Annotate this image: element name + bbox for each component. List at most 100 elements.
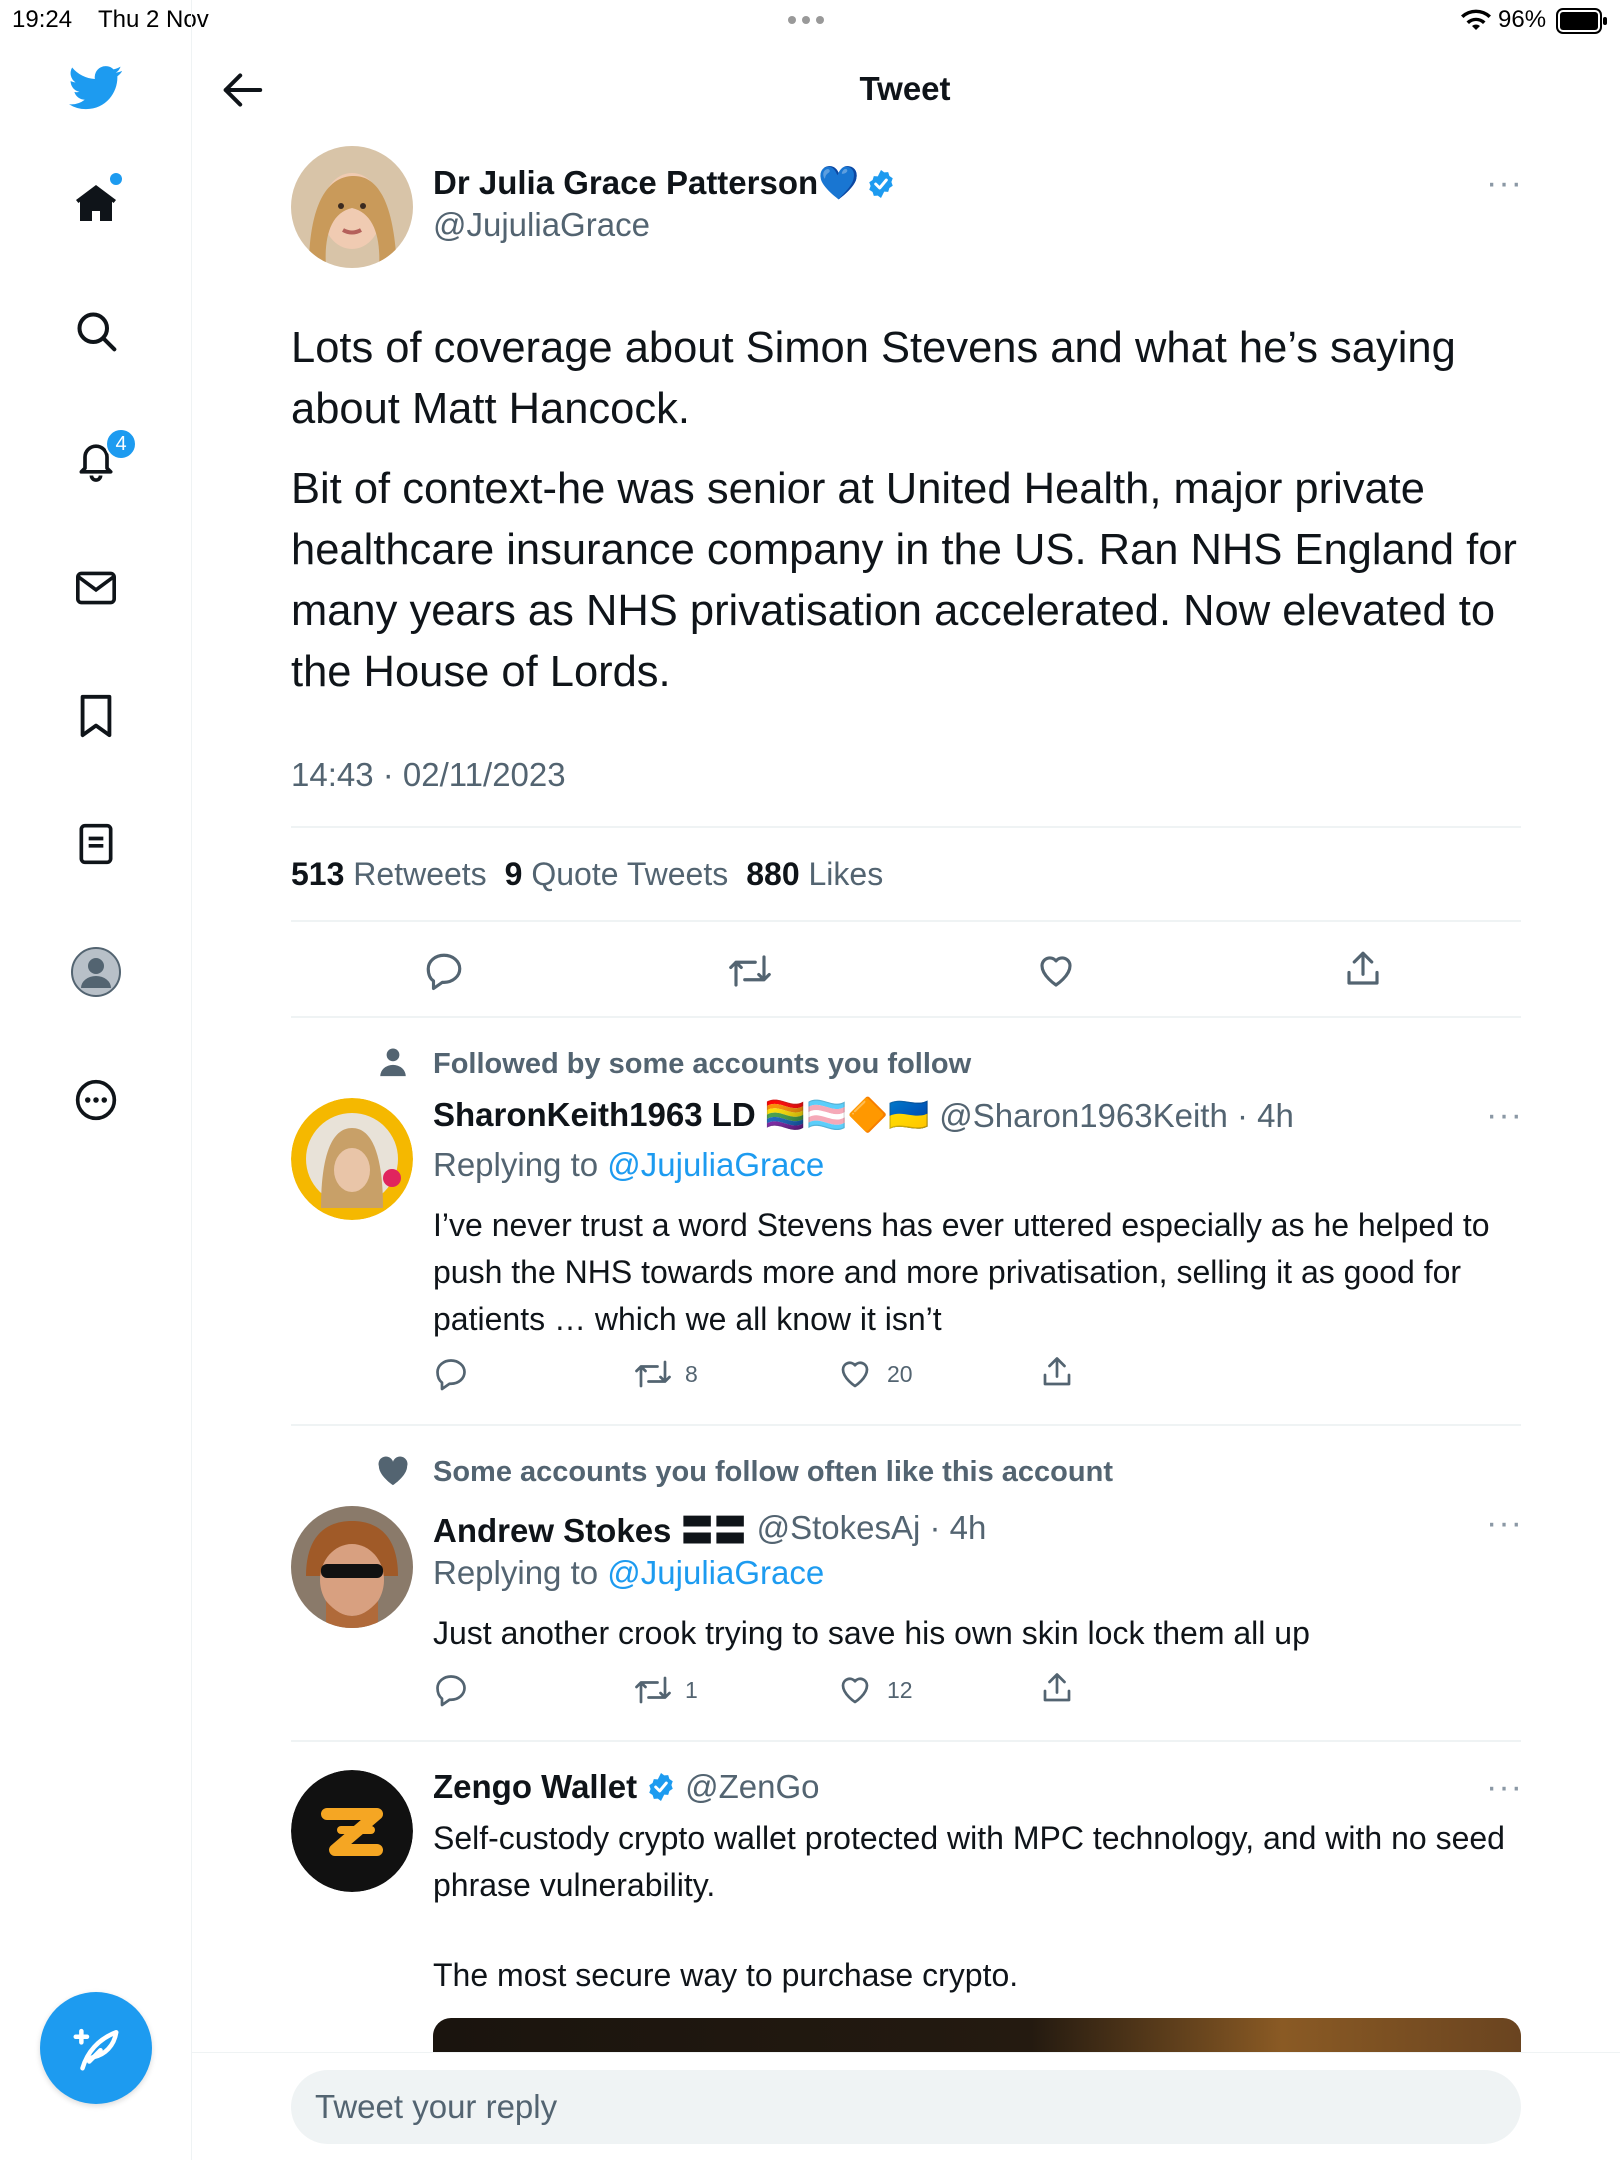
nav-search[interactable] (68, 303, 124, 359)
likes-label: Likes (808, 856, 884, 892)
reply-reply-button[interactable] (433, 1356, 469, 1392)
retweet-icon (633, 1672, 673, 1708)
retweet-icon (633, 1356, 673, 1392)
reply-like-button[interactable]: 12 (837, 1672, 913, 1708)
twitter-logo-icon[interactable] (68, 60, 124, 116)
multitask-dots-icon[interactable] (788, 16, 824, 24)
reply-more-icon[interactable]: ··· (1486, 1096, 1523, 1135)
heart-icon (837, 1672, 873, 1708)
compose-tweet-button[interactable] (40, 1992, 152, 2104)
retweets-label: Retweets (353, 856, 487, 892)
replying-to-label: Replying to (433, 1146, 599, 1183)
retweets-stat[interactable]: 513 Retweets (291, 856, 487, 893)
retweet-count: 1 (685, 1676, 698, 1703)
share-icon (1039, 1670, 1075, 1706)
list-icon (76, 822, 116, 866)
reply-more-icon[interactable]: ··· (1486, 1504, 1523, 1543)
promoted-handle[interactable]: @ZenGo (685, 1768, 819, 1806)
promoted-more-icon[interactable]: ··· (1486, 1768, 1523, 1807)
person-icon (376, 1045, 410, 1079)
notifications-badge: 4 (105, 428, 137, 460)
battery-percent: 96% (1498, 6, 1547, 33)
retweet-count: 8 (685, 1360, 698, 1387)
verified-badge-icon (645, 1771, 677, 1803)
reply-retweet-button[interactable]: 8 (633, 1356, 698, 1392)
promoted-text: Self-custody crypto wallet protected wit… (433, 1820, 1505, 1903)
nav-home[interactable] (68, 173, 124, 231)
page-title: Tweet (859, 70, 951, 107)
share-icon (1039, 1354, 1075, 1390)
more-circle-icon (74, 1078, 118, 1122)
likes-count: 880 (746, 856, 800, 892)
author-avatar[interactable] (291, 146, 413, 268)
heart-filled-icon (376, 1455, 410, 1487)
reply-author-name[interactable]: SharonKeith1963 LD 🏳️‍🌈🏳️‍⚧️🔶🇺🇦 (433, 1096, 929, 1135)
divider (291, 920, 1521, 922)
like-button[interactable] (1035, 950, 1077, 992)
replying-to-link[interactable]: @JujuliaGrace (607, 1554, 824, 1591)
reply-retweet-button[interactable]: 1 (633, 1672, 698, 1708)
tweet-paragraph-1: Lots of coverage about Simon Stevens and… (291, 324, 1456, 433)
feather-plus-icon (69, 2021, 123, 2075)
home-unread-dot (110, 173, 122, 185)
profile-avatar-icon (70, 946, 122, 998)
divider (291, 1016, 1521, 1018)
mail-icon (74, 568, 118, 608)
reply-author-handle[interactable]: @StokesAj · 4h (757, 1509, 987, 1547)
tweet-stats: 513 Retweets 9 Quote Tweets 880 Likes (291, 856, 883, 893)
wifi-icon (1460, 8, 1492, 32)
back-arrow-icon (220, 70, 264, 110)
reply-text: I’ve never trust a word Stevens has ever… (433, 1207, 1490, 1337)
nav-bookmarks[interactable] (68, 688, 124, 744)
divider (291, 1424, 1521, 1426)
retweet-button[interactable] (727, 950, 773, 992)
tweet-timestamp[interactable]: 14:43 · 02/11/2023 (291, 756, 566, 794)
back-button[interactable] (220, 70, 264, 110)
tweet-paragraph-2: Bit of context-he was senior at United H… (291, 465, 1517, 696)
reply-like-button[interactable]: 20 (837, 1356, 913, 1392)
retweet-icon (727, 950, 773, 992)
reply-reply-button[interactable] (433, 1672, 469, 1708)
quotes-label: Quote Tweets (531, 856, 729, 892)
reply-share-button[interactable] (1039, 1670, 1075, 1706)
social-context: Followed by some accounts you follow (433, 1048, 972, 1080)
retweets-count: 513 (291, 856, 345, 892)
promoted-avatar[interactable] (291, 1770, 413, 1892)
promoted-name[interactable]: Zengo Wallet (433, 1768, 637, 1806)
reply-input[interactable]: Tweet your reply (291, 2070, 1521, 2144)
replying-to: Replying to @JujuliaGrace (433, 1146, 824, 1184)
reply-author-handle[interactable]: @Sharon1963Keith · 4h (939, 1097, 1294, 1135)
likes-stat[interactable]: 880 Likes (746, 856, 883, 893)
share-button[interactable] (1342, 948, 1384, 990)
battery-icon (1556, 8, 1608, 34)
like-count: 20 (887, 1360, 913, 1387)
tweet-more-icon[interactable]: ··· (1486, 164, 1523, 203)
verified-badge-icon (865, 168, 897, 200)
home-icon (72, 179, 120, 227)
nav-profile[interactable] (68, 944, 124, 1000)
quotes-count: 9 (504, 856, 523, 892)
reply-avatar[interactable] (291, 1506, 413, 1628)
reply-icon (433, 1672, 469, 1708)
heart-icon (1035, 950, 1077, 992)
heart-icon (837, 1356, 873, 1392)
nav-more[interactable] (68, 1072, 124, 1128)
quotes-stat[interactable]: 9 Quote Tweets (505, 856, 729, 893)
author-name-row[interactable]: Dr Julia Grace Patterson💙 (433, 164, 897, 203)
reply-share-button[interactable] (1039, 1354, 1075, 1390)
replying-to: Replying to @JujuliaGrace (433, 1554, 824, 1592)
reply-text: Just another crook trying to save his ow… (433, 1615, 1310, 1651)
nav-messages[interactable] (68, 560, 124, 616)
author-handle[interactable]: @JujuliaGrace (433, 206, 650, 244)
social-context: Some accounts you follow often like this… (433, 1456, 1113, 1488)
reply-avatar[interactable] (291, 1098, 413, 1220)
reply-button[interactable] (423, 950, 465, 992)
author-name: Dr Julia Grace Patterson💙 (433, 164, 860, 201)
nav-lists[interactable] (68, 816, 124, 872)
sidebar: 4 (0, 0, 192, 2160)
share-icon (1342, 948, 1384, 990)
reply-header: SharonKeith1963 LD 🏳️‍🌈🏳️‍⚧️🔶🇺🇦 @Sharon1… (433, 1096, 1294, 1135)
replying-to-link[interactable]: @JujuliaGrace (607, 1146, 824, 1183)
divider (291, 1740, 1521, 1742)
reply-author-name[interactable]: Andrew Stokes 〓〓 (433, 1504, 747, 1552)
